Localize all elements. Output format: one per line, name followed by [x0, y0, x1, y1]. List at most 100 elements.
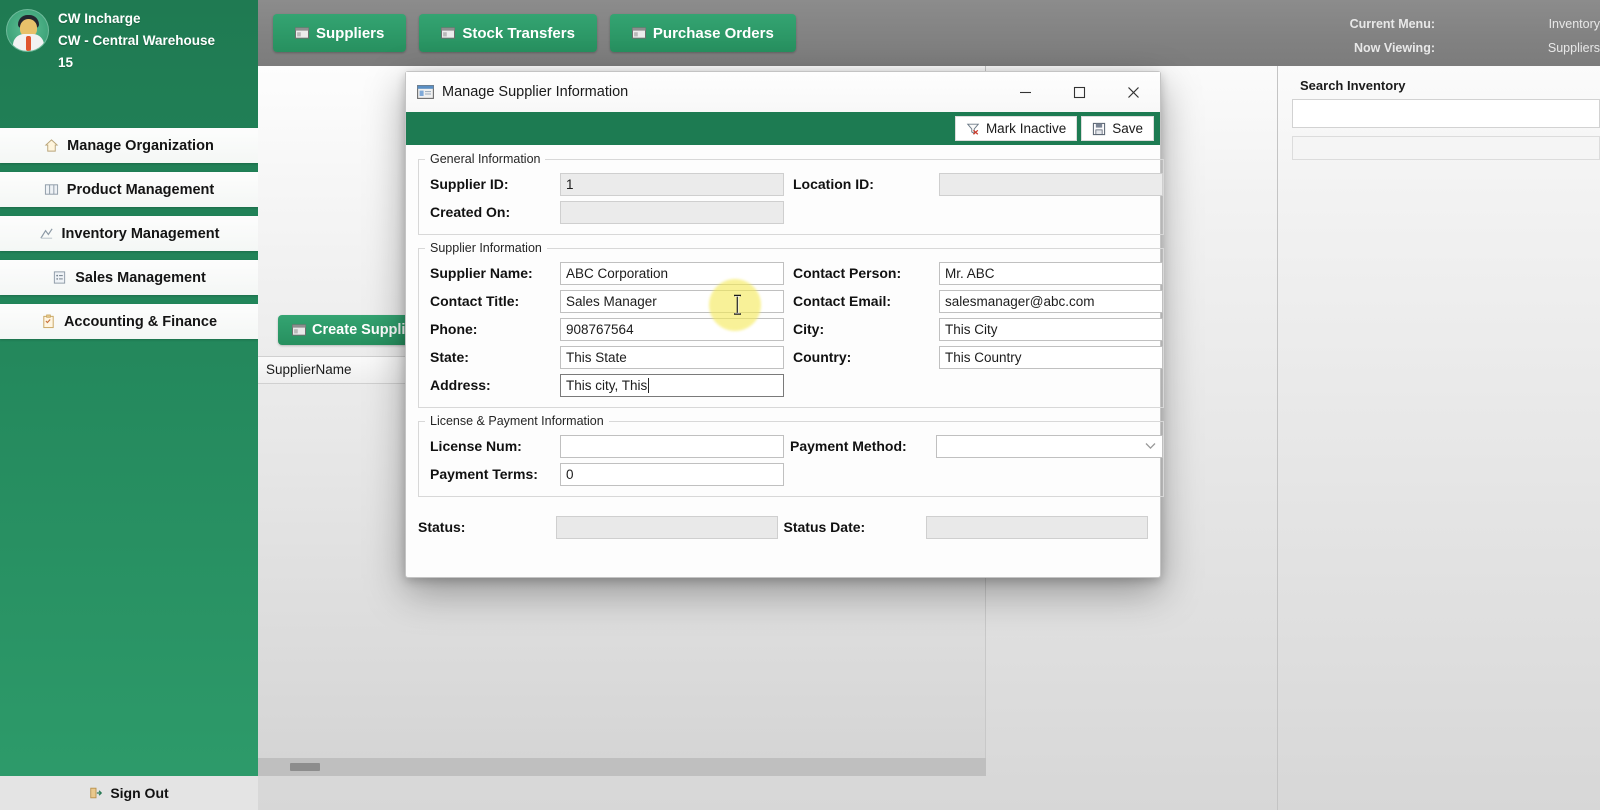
now-viewing-label: Now Viewing:	[1353, 41, 1435, 55]
manage-supplier-dialog: Manage Supplier Information Mark Inactiv…	[405, 71, 1164, 578]
scrollbar-thumb[interactable]	[290, 763, 320, 771]
phone-input[interactable]: 908767564	[560, 317, 784, 341]
user-warehouse: CW - Central Warehouse	[58, 33, 216, 48]
license-payment-information-group: License & Payment Information License Nu…	[418, 414, 1164, 497]
tab-label: Suppliers	[316, 24, 385, 42]
sidebar-item-label: Inventory Management	[61, 225, 220, 242]
user-profile-block: CW Incharge CW - Central Warehouse 15	[0, 0, 258, 84]
state-label: State:	[430, 349, 469, 365]
created-on-field[interactable]	[560, 200, 784, 224]
maximize-button[interactable]	[1052, 72, 1106, 112]
dialog-title-bar[interactable]: Manage Supplier Information	[406, 72, 1160, 112]
supplier-name-label: Supplier Name:	[430, 265, 533, 281]
sidebar: CW Incharge CW - Central Warehouse 15 Ma…	[0, 0, 258, 810]
sign-out-button[interactable]: Sign Out	[0, 776, 258, 810]
status-field[interactable]	[555, 515, 778, 539]
tab-stock-transfers[interactable]: Stock Transfers	[419, 14, 597, 52]
home-icon	[44, 139, 59, 152]
sidebar-item-label: Sales Management	[75, 269, 206, 286]
clipboard-icon	[43, 314, 54, 329]
payment-method-label: Payment Method:	[790, 438, 907, 454]
address-value: This city, This	[566, 377, 648, 393]
minimize-icon	[1019, 91, 1031, 93]
sign-out-icon	[90, 787, 103, 799]
window-icon	[441, 27, 456, 39]
form-row: Supplier Name: ABC Corporation Contact P…	[419, 259, 1163, 287]
minimize-button[interactable]	[998, 72, 1052, 112]
city-value: This City	[945, 321, 998, 337]
form-row: Created On:	[419, 198, 1163, 226]
sidebar-item-sales-management[interactable]: Sales Management	[0, 260, 258, 295]
supplier-id-value: 1	[566, 176, 574, 192]
country-label: Country:	[793, 349, 852, 365]
license-payment-legend: License & Payment Information	[430, 414, 604, 428]
sidebar-item-inventory-management[interactable]: Inventory Management	[0, 216, 258, 251]
horizontal-scrollbar[interactable]	[258, 758, 986, 776]
city-input[interactable]: This City	[939, 317, 1163, 341]
save-label: Save	[1112, 121, 1143, 136]
close-button[interactable]	[1106, 72, 1160, 112]
application-window: CW Incharge CW - Central Warehouse 15 Ma…	[0, 0, 1600, 810]
dialog-toolbar: Mark Inactive Save	[406, 112, 1160, 145]
window-icon	[295, 27, 309, 39]
sidebar-item-product-management[interactable]: Product Management	[0, 172, 258, 207]
mark-inactive-button[interactable]: Mark Inactive	[954, 116, 1078, 141]
tab-label: Purchase Orders	[652, 24, 774, 42]
save-button[interactable]: Save	[1081, 116, 1154, 141]
current-menu-label: Current Menu:	[1349, 17, 1435, 31]
module-tab-group: Suppliers Stock Transfers Purchase Order…	[273, 14, 796, 52]
country-input[interactable]: This Country	[939, 345, 1163, 369]
form-row: State: This State Country: This Country	[419, 343, 1163, 371]
sidebar-item-accounting-finance[interactable]: Accounting & Finance	[0, 304, 258, 339]
location-id-field[interactable]	[939, 172, 1163, 196]
chart-icon	[39, 228, 53, 239]
close-icon	[1127, 86, 1139, 98]
search-inventory-label: Search Inventory	[1300, 78, 1406, 93]
tab-purchase-orders[interactable]: Purchase Orders	[609, 14, 796, 52]
user-avatar	[6, 9, 49, 52]
sidebar-item-label: Manage Organization	[67, 137, 214, 154]
phone-value: 908767564	[566, 321, 634, 337]
supplier-id-field[interactable]: 1	[560, 172, 784, 196]
payment-terms-value: 0	[566, 466, 574, 482]
payment-terms-input[interactable]: 0	[560, 462, 784, 486]
address-input[interactable]: This city, This	[560, 373, 784, 397]
created-on-label: Created On:	[430, 204, 511, 220]
tab-suppliers[interactable]: Suppliers	[273, 14, 407, 52]
contact-person-input[interactable]: Mr. ABC	[939, 261, 1163, 285]
license-num-label: License Num:	[430, 438, 522, 454]
status-date-label: Status Date:	[783, 519, 866, 535]
chevron-down-icon	[1145, 443, 1156, 450]
sign-out-label: Sign Out	[110, 785, 169, 801]
contact-email-input[interactable]: salesmanager@abc.com	[939, 289, 1163, 313]
form-row: Phone: 908767564 City: This City	[419, 315, 1163, 343]
form-row: Payment Terms: 0	[419, 460, 1163, 488]
status-label: Status:	[418, 519, 466, 535]
mark-inactive-label: Mark Inactive	[985, 121, 1067, 136]
user-id: 15	[58, 55, 74, 70]
general-information-legend: General Information	[430, 152, 541, 166]
create-supplier-button[interactable]: Create Suppli	[278, 315, 420, 345]
grid-icon	[44, 184, 58, 195]
state-input[interactable]: This State	[560, 345, 784, 369]
current-menu-value: Inventory	[1548, 17, 1600, 31]
payment-method-select[interactable]	[936, 434, 1163, 458]
supplier-information-group: Supplier Information Supplier Name: ABC …	[418, 241, 1164, 408]
user-role: CW Incharge	[58, 11, 141, 26]
header-current-menu-row: Current Menu: Inventory	[1270, 12, 1600, 36]
status-date-field[interactable]	[926, 515, 1149, 539]
form-window-icon	[417, 85, 434, 99]
form-row: Address: This city, This	[419, 371, 1163, 399]
window-controls	[998, 72, 1160, 112]
now-viewing-value: Suppliers	[1547, 41, 1600, 55]
contact-title-input[interactable]: Sales Manager	[560, 289, 784, 313]
search-inventory-input[interactable]	[1292, 99, 1600, 128]
state-value: This State	[566, 349, 627, 365]
sidebar-item-manage-organization[interactable]: Manage Organization	[0, 128, 258, 163]
contact-title-label: Contact Title:	[430, 293, 520, 309]
tab-label: Stock Transfers	[462, 24, 575, 42]
create-supplier-label: Create Suppli	[312, 322, 406, 338]
supplier-name-input[interactable]: ABC Corporation	[560, 261, 784, 285]
supplier-id-label: Supplier ID:	[430, 176, 509, 192]
license-num-input[interactable]	[560, 434, 784, 458]
